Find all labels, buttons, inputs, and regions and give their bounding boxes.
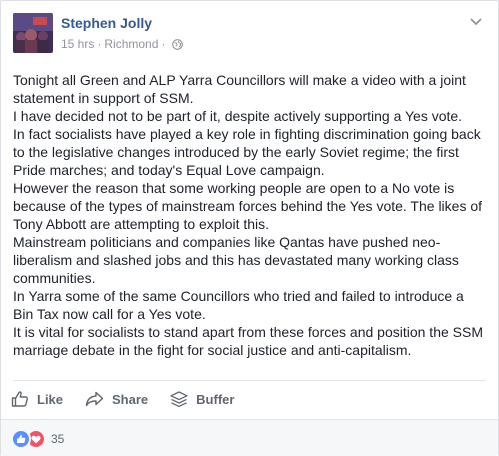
share-arrow-icon xyxy=(85,391,104,407)
post-paragraph: However the reason that some working peo… xyxy=(13,180,483,232)
post-paragraph: It is vital for socialists to stand apar… xyxy=(13,324,483,358)
like-label: Like xyxy=(37,391,64,407)
post-paragraph: In Yarra some of the same Councillors wh… xyxy=(13,288,464,322)
reactions-summary[interactable]: 35 xyxy=(11,429,64,449)
buffer-stack-icon xyxy=(170,390,188,407)
post-paragraph: I have decided not to be part of it, des… xyxy=(13,108,463,124)
buffer-button[interactable]: Buffer xyxy=(170,383,234,415)
share-label: Share xyxy=(112,391,149,407)
like-button[interactable]: Like xyxy=(11,383,63,415)
reactions-footer: 35 xyxy=(1,419,498,456)
action-bar: Like Share Buffer xyxy=(11,382,256,416)
post-location[interactable]: Richmond xyxy=(104,37,158,51)
globe-icon xyxy=(172,38,184,50)
buffer-label: Buffer xyxy=(196,391,235,407)
post-meta: 15 hrs · Richmond · xyxy=(61,37,184,51)
post-paragraph: Mainstream politicians and companies lik… xyxy=(13,234,459,286)
reaction-count: 35 xyxy=(51,432,65,446)
post-paragraph: Tonight all Green and ALP Yarra Councill… xyxy=(13,72,466,106)
post-header: Stephen Jolly 15 hrs · Richmond · xyxy=(13,13,483,61)
author-name[interactable]: Stephen Jolly xyxy=(61,15,152,31)
thumbs-up-icon xyxy=(11,391,28,407)
meta-separator-2: · xyxy=(161,37,166,51)
like-reaction-icon xyxy=(11,429,31,449)
chevron-down-icon[interactable] xyxy=(467,13,485,31)
avatar[interactable] xyxy=(13,13,53,53)
post-card: Stephen Jolly 15 hrs · Richmond · Tonigh… xyxy=(0,0,499,456)
post-text: Tonight all Green and ALP Yarra Councill… xyxy=(13,71,485,359)
post-paragraph: In fact socialists have played a key rol… xyxy=(13,126,481,178)
meta-separator: · xyxy=(97,37,102,51)
post-time[interactable]: 15 hrs xyxy=(61,37,94,51)
share-button[interactable]: Share xyxy=(85,383,148,415)
divider xyxy=(13,380,486,381)
